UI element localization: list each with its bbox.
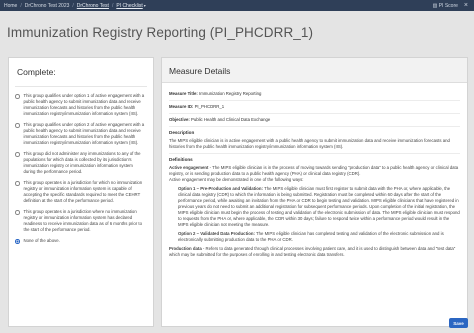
measure-id-field: Measure ID: PI_PHCDRR_1 bbox=[162, 104, 467, 110]
objective-label: Objective: bbox=[169, 117, 190, 122]
chevron-down-icon[interactable]: ▾ bbox=[144, 3, 146, 8]
divider bbox=[15, 86, 147, 87]
option-4-label: This group operates in a jurisdiction fo… bbox=[23, 180, 143, 203]
divider bbox=[169, 153, 460, 154]
top-nav-bar: Home / DrChrono Test 2023 / DrChrono Tes… bbox=[0, 0, 474, 11]
option-5-label: This group operates in a jurisdiction wh… bbox=[23, 209, 142, 232]
production-data-label: Production data bbox=[169, 246, 202, 251]
option-2[interactable]: This group qualifies under option 2 of a… bbox=[9, 122, 153, 146]
option-none[interactable]: None of the above. bbox=[9, 238, 153, 244]
option-none-label: None of the above. bbox=[23, 238, 60, 243]
option2-definition: Option 2 – Validated Data Production: Th… bbox=[162, 231, 467, 243]
measure-title-field: Measure Title: Immunization Registry Rep… bbox=[162, 91, 467, 97]
objective-value: Public Health and Clinical Data Exchange bbox=[190, 117, 271, 122]
radio-option-4[interactable] bbox=[15, 181, 20, 186]
breadcrumb-home[interactable]: Home bbox=[4, 3, 17, 9]
description-text: The MIPS eligible clinician is in active… bbox=[169, 138, 450, 149]
complete-heading: Complete: bbox=[17, 67, 56, 77]
measure-id-label: Measure ID: bbox=[169, 104, 194, 109]
breadcrumb-separator: / bbox=[111, 2, 114, 9]
breadcrumb-checklist[interactable]: PI Checklist bbox=[116, 3, 142, 9]
option-3[interactable]: This group did not administer any immuni… bbox=[9, 151, 153, 175]
option-1[interactable]: This group qualifies under option 1 of a… bbox=[9, 93, 153, 117]
active-engagement-text: - The MIPS eligible clinician is in the … bbox=[169, 165, 459, 176]
active-engagement-label: Active engagement bbox=[169, 165, 209, 170]
radio-option-2[interactable] bbox=[15, 123, 20, 128]
option-4[interactable]: This group operates in a jurisdiction fo… bbox=[9, 180, 153, 204]
close-icon[interactable]: × bbox=[464, 2, 468, 9]
divider bbox=[169, 113, 460, 114]
breadcrumb-group[interactable]: DrChrono Test bbox=[77, 3, 109, 9]
breadcrumb: Home / DrChrono Test 2023 / DrChrono Tes… bbox=[4, 3, 146, 9]
measure-details-heading: Measure Details bbox=[162, 58, 467, 83]
save-button[interactable]: Save bbox=[449, 318, 468, 328]
option1-label: Option 1 – Pre-Production and Validation… bbox=[178, 186, 263, 191]
divider bbox=[169, 126, 460, 127]
page-title: Immunization Registry Reporting (PI_PHCD… bbox=[7, 25, 314, 40]
option1-definition: Option 1 – Pre-Production and Validation… bbox=[162, 186, 467, 228]
option-2-label: This group qualifies under option 2 of a… bbox=[23, 122, 145, 145]
breadcrumb-separator: / bbox=[72, 2, 74, 9]
breadcrumb-separator: / bbox=[20, 2, 22, 9]
option1-text: The MIPS eligible clinician must first r… bbox=[178, 186, 460, 227]
measure-title-value: Immunization Registry Reporting bbox=[199, 91, 262, 96]
option-1-label: This group qualifies under option 1 of a… bbox=[23, 93, 145, 116]
radio-option-3[interactable] bbox=[15, 152, 20, 157]
measure-title-label: Measure Title: bbox=[169, 91, 198, 96]
pi-score-label: PI Score bbox=[438, 2, 458, 9]
production-data-text: - Refers to data generated through clini… bbox=[169, 246, 456, 257]
divider bbox=[169, 100, 460, 101]
option2-label: Option 2 – Validated Data Production: bbox=[178, 231, 255, 236]
option-3-label: This group did not administer any immuni… bbox=[23, 151, 141, 174]
objective-field: Objective: Public Health and Clinical Da… bbox=[162, 117, 467, 123]
radio-option-1[interactable] bbox=[15, 94, 20, 99]
complete-panel: Complete: This group qualifies under opt… bbox=[8, 57, 154, 327]
breadcrumb-practice[interactable]: DrChrono Test 2023 bbox=[25, 3, 70, 9]
production-data-definition: Production data - Refers to data generat… bbox=[162, 246, 467, 258]
measure-id-value: PI_PHCDRR_1 bbox=[194, 104, 225, 109]
radio-option-5[interactable] bbox=[15, 210, 20, 215]
radio-option-none[interactable] bbox=[15, 239, 20, 244]
measure-details-panel: Measure Details Measure Title: Immunizat… bbox=[161, 57, 468, 327]
option-5[interactable]: This group operates in a jurisdiction wh… bbox=[9, 209, 153, 233]
active-engagement-definition: Active engagement - The MIPS eligible cl… bbox=[162, 165, 467, 177]
pi-score-link[interactable]: ▥ PI Score bbox=[433, 3, 458, 9]
chart-icon: ▥ bbox=[432, 2, 438, 9]
